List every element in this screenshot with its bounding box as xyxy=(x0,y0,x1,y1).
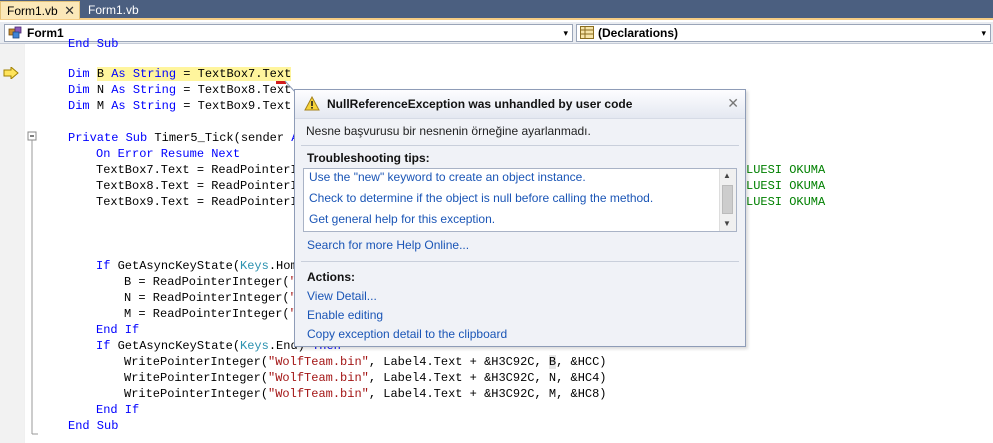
code-line: End If xyxy=(96,323,140,337)
exception-title: NullReferenceException was unhandled by … xyxy=(327,97,633,111)
document-tab-strip: Form1.vb ✕ Form1.vb [Design] xyxy=(0,0,993,35)
exception-header: NullReferenceException was unhandled by … xyxy=(295,90,745,119)
scrollbar-thumb[interactable] xyxy=(722,185,733,214)
exception-message: Nesne başvurusu bir nesnenin örneğine ay… xyxy=(306,124,591,138)
scroll-down-icon[interactable]: ▼ xyxy=(723,219,731,228)
warning-icon xyxy=(304,96,320,111)
code-line: WritePointerInteger("WolfTeam.bin", Labe… xyxy=(124,371,607,385)
enable-editing-link[interactable]: Enable editing xyxy=(307,308,383,322)
chevron-down-icon[interactable]: ▾ xyxy=(981,25,986,41)
code-line: TextBox7.Text = ReadPointerIn xyxy=(96,163,305,177)
code-line: On Error Resume Next xyxy=(96,147,241,161)
code-line: M = ReadPointerInteger("W xyxy=(124,307,304,321)
member-dropdown[interactable]: (Declarations) ▾ xyxy=(576,24,991,42)
scroll-up-icon[interactable]: ▲ xyxy=(723,171,731,180)
troubleshooting-heading: Troubleshooting tips: xyxy=(307,151,430,165)
code-line: If GetAsyncKeyState(Keys.Home xyxy=(96,259,305,273)
code-line: N = ReadPointerInteger("W xyxy=(124,291,304,305)
code-line-current: Dim B As String = TextBox7.Text xyxy=(68,67,292,81)
tab-form1-vb[interactable]: Form1.vb ✕ xyxy=(0,1,80,19)
code-comment: LUESI OKUMA xyxy=(746,163,826,177)
current-statement-arrow-icon xyxy=(3,67,19,79)
navigation-bar: Form1 ▾ (Declarations) ▾ xyxy=(0,22,993,44)
actions-heading: Actions: xyxy=(307,270,355,284)
tip-link[interactable]: Use the "new" keyword to create an objec… xyxy=(309,170,586,184)
close-icon[interactable]: ✕ xyxy=(64,2,75,20)
code-line: End If xyxy=(96,403,140,417)
copy-exception-detail-link[interactable]: Copy exception detail to the clipboard xyxy=(307,327,507,341)
search-help-online-link[interactable]: Search for more Help Online... xyxy=(307,238,469,252)
declarations-icon xyxy=(580,26,594,39)
code-line: WritePointerInteger("WolfTeam.bin", Labe… xyxy=(124,355,607,369)
breakpoint-gutter[interactable] xyxy=(0,44,24,443)
code-line: Private Sub Timer5_Tick(sender As xyxy=(68,131,306,145)
code-comment: LUESI OKUMA xyxy=(746,179,826,193)
code-line: TextBox8.Text = ReadPointerIn xyxy=(96,179,305,193)
code-line: Dim N As String = TextBox8.Text xyxy=(68,83,292,97)
chevron-down-icon[interactable]: ▾ xyxy=(563,25,568,41)
close-icon[interactable]: ✕ xyxy=(727,95,739,112)
code-comment: LUESI OKUMA xyxy=(746,195,826,209)
code-line: B = ReadPointerInteger("W xyxy=(124,275,304,289)
divider xyxy=(301,145,739,146)
scrollbar[interactable]: ▲ ▼ xyxy=(719,169,736,231)
tip-link[interactable]: Check to determine if the object is null… xyxy=(309,191,653,205)
divider xyxy=(301,261,739,262)
code-line: WritePointerInteger("WolfTeam.bin", Labe… xyxy=(124,387,607,401)
class-dropdown-value: Form1 xyxy=(27,26,64,40)
tip-link[interactable]: Get general help for this exception. xyxy=(309,212,495,226)
exception-assistant: NullReferenceException was unhandled by … xyxy=(294,89,746,347)
code-line: TextBox9.Text = ReadPointerIn xyxy=(96,195,305,209)
member-dropdown-value: (Declarations) xyxy=(598,26,679,40)
troubleshooting-tips-list: Use the "new" keyword to create an objec… xyxy=(303,168,737,232)
outlining-margin xyxy=(24,44,38,443)
tab-label: Form1.vb xyxy=(7,4,58,18)
code-line: End Sub xyxy=(68,37,119,51)
code-line: Dim M As String = TextBox9.Text xyxy=(68,99,292,113)
code-line: End Sub xyxy=(68,419,119,433)
view-detail-link[interactable]: View Detail... xyxy=(307,289,377,303)
class-icon xyxy=(8,26,22,39)
tab-form1-design[interactable]: Form1.vb [Design] xyxy=(82,1,190,35)
